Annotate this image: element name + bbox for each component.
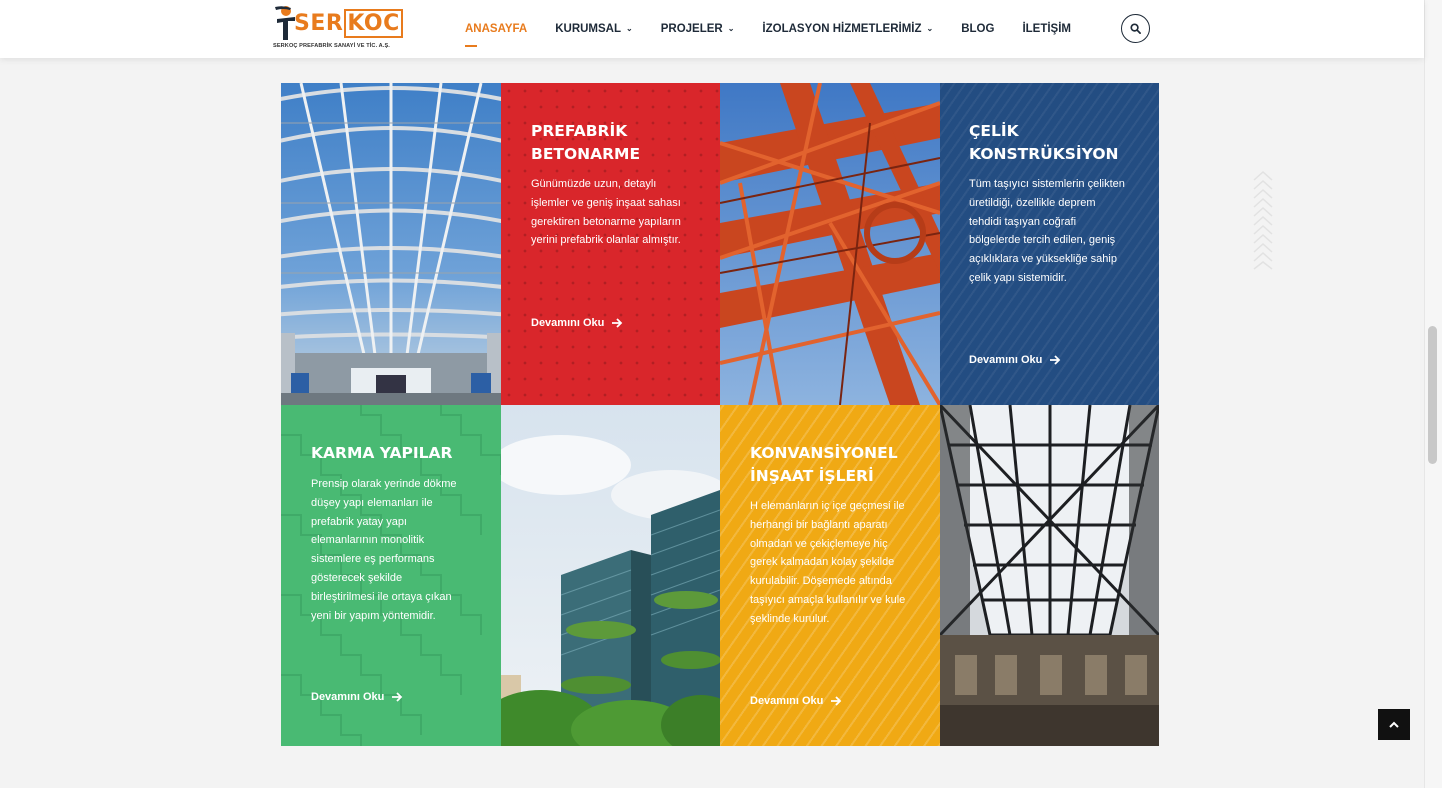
search-icon: [1130, 23, 1141, 34]
card-title-line: PREFABRİK: [531, 122, 628, 140]
nav-anasayfa[interactable]: ANASAYFA: [465, 23, 528, 47]
card-description: H elemanların iç içe geçmesi ile herhang…: [750, 500, 906, 625]
card-description: Tüm taşıyıcı sistemlerin çelikten üretil…: [969, 178, 1125, 284]
search-button[interactable]: [1121, 14, 1150, 43]
glass-roof-image: [940, 405, 1159, 746]
card-celik-konstruksiyon[interactable]: ÇELİK KONSTRÜKSİYON Tüm taşıyıcı sisteml…: [940, 83, 1159, 405]
read-more-link[interactable]: Devamını Oku: [969, 354, 1061, 366]
card-description: Günümüzde uzun, detaylı işlemler ve geni…: [531, 178, 681, 247]
logo-text: SER KOC: [294, 9, 403, 38]
card-title-line: KONVANSİYONEL: [750, 444, 898, 462]
nav-projeler[interactable]: PROJELER ⌄: [661, 23, 735, 35]
chevron-down-icon: ⌄: [727, 23, 735, 33]
nav-izolasyon-label: İZOLASYON HİZMETLERİMİZ: [762, 23, 922, 35]
chevron-down-icon: ⌄: [626, 23, 633, 33]
nav-iletisim[interactable]: İLETİŞİM: [1022, 23, 1071, 35]
main-nav: ANASAYFA KURUMSAL ⌄ PROJELER ⌄ İZOLASYON…: [465, 0, 1099, 58]
steel-hall-image: [281, 83, 501, 405]
read-more-label: Devamını Oku: [969, 354, 1043, 366]
nav-anasayfa-label: ANASAYFA: [465, 23, 528, 35]
nav-kurumsal-label: KURUMSAL: [555, 23, 622, 35]
logo-subtitle: SERKOÇ PREFABRİK SANAYİ VE TİC. A.Ş.: [273, 43, 390, 49]
card-title-line: ÇELİK: [969, 122, 1019, 140]
logo[interactable]: SER KOC SERKOÇ PREFABRİK SANAYİ VE TİC. A…: [273, 5, 403, 53]
read-more-label: Devamını Oku: [750, 695, 824, 707]
nav-izolasyon[interactable]: İZOLASYON HİZMETLERİMİZ ⌄: [762, 23, 933, 35]
card-title: ÇELİK KONSTRÜKSİYON: [969, 120, 1149, 166]
card-konvansiyonel-insaat[interactable]: KONVANSİYONEL İNŞAAT İŞLERİ H elemanları…: [720, 405, 940, 746]
card-title-line: BETONARME: [531, 145, 641, 163]
green-towers-image: [501, 405, 720, 746]
orange-steel-truss-photo: [720, 83, 940, 405]
read-more-link[interactable]: Devamını Oku: [311, 691, 403, 703]
logo-main-text: SER: [294, 11, 344, 36]
read-more-label: Devamını Oku: [531, 317, 605, 329]
nav-projeler-label: PROJELER: [660, 23, 723, 35]
nav-blog-label: BLOG: [961, 23, 995, 35]
chevron-up-icon: [1389, 721, 1399, 728]
read-more-link[interactable]: Devamını Oku: [531, 317, 623, 329]
card-description: Prensip olarak yerinde dökme düşey yapı …: [311, 478, 457, 622]
nav-iletisim-label: İLETİŞİM: [1022, 23, 1071, 35]
card-prefabrik-betonarme[interactable]: PREFABRİK BETONARME Günümüzde uzun, deta…: [501, 83, 720, 405]
logo-accent-text: KOC: [344, 9, 403, 38]
chevron-decoration-icon: [1253, 170, 1273, 270]
steel-roof-hall-photo: [281, 83, 501, 405]
back-to-top-button[interactable]: [1378, 709, 1410, 740]
card-title: KONVANSİYONEL İNŞAAT İŞLERİ: [750, 442, 930, 488]
arrow-right-icon: [1050, 355, 1061, 365]
read-more-label: Devamını Oku: [311, 691, 385, 703]
card-karma-yapilar[interactable]: KARMA YAPILAR Prensip olarak yerinde dök…: [281, 405, 501, 746]
card-title-line: İNŞAAT İŞLERİ: [750, 467, 874, 485]
nav-kurumsal[interactable]: KURUMSAL ⌄: [555, 23, 633, 35]
card-title-line: KARMA YAPILAR: [311, 444, 453, 462]
read-more-link[interactable]: Devamını Oku: [750, 695, 842, 707]
chevron-down-icon: ⌄: [926, 23, 934, 33]
card-title: KARMA YAPILAR: [311, 442, 491, 465]
services-grid: PREFABRİK BETONARME Günümüzde uzun, deta…: [281, 83, 1159, 746]
arrow-right-icon: [612, 318, 623, 328]
site-header: SER KOC SERKOÇ PREFABRİK SANAYİ VE TİC. A…: [0, 0, 1424, 58]
card-title: PREFABRİK BETONARME: [531, 120, 711, 166]
arrow-right-icon: [831, 696, 842, 706]
arrow-right-icon: [392, 692, 403, 702]
scrollbar-thumb[interactable]: [1428, 326, 1437, 464]
glass-atrium-roof-photo: [940, 405, 1159, 746]
nav-blog[interactable]: BLOG: [961, 23, 994, 35]
orange-truss-image: [720, 83, 940, 405]
card-title-line: KONSTRÜKSİYON: [969, 145, 1119, 163]
green-glass-towers-photo: [501, 405, 720, 746]
